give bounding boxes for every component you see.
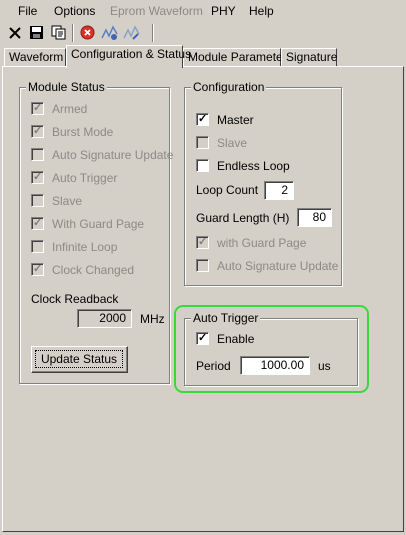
- toolbar-separator: [72, 24, 74, 42]
- module-status-title: Module Status: [26, 80, 107, 94]
- config-with-guard-page: ✓ with Guard Page: [196, 235, 306, 250]
- status-auto-signature-update: Auto Signature Update: [31, 147, 173, 162]
- status-clock-changed-checkbox: ✓: [31, 263, 44, 276]
- config-auto-signature-update: Auto Signature Update: [196, 258, 338, 273]
- status-infinite-loop: Infinite Loop: [31, 239, 117, 254]
- toolbar: [0, 22, 406, 44]
- tab-signature[interactable]: Signature: [281, 48, 337, 66]
- status-armed-checkbox: ✓: [31, 102, 44, 115]
- config-slave: Slave: [196, 135, 247, 150]
- config-endless-loop-checkbox[interactable]: [196, 159, 209, 172]
- menu-help[interactable]: Help: [249, 4, 274, 18]
- status-slave-checkbox: [31, 194, 44, 207]
- status-clock-changed: ✓ Clock Changed: [31, 262, 134, 277]
- tab-configuration-status[interactable]: Configuration & Status: [66, 45, 191, 68]
- status-clock-changed-label: Clock Changed: [52, 262, 135, 277]
- status-with-guard-page-checkbox: ✓: [31, 217, 44, 230]
- status-slave-label: Slave: [52, 193, 83, 208]
- update-status-button[interactable]: Update Status: [31, 346, 128, 373]
- config-with-guard-page-label: with Guard Page: [217, 235, 307, 250]
- status-auto-trigger-label: Auto Trigger: [52, 170, 118, 185]
- guard-length-label: Guard Length (H): [196, 211, 290, 225]
- status-auto-signature-update-checkbox: [31, 148, 44, 161]
- configuration-title: Configuration: [191, 80, 267, 94]
- status-auto-trigger-checkbox: ✓: [31, 171, 44, 184]
- guard-length-input[interactable]: 80: [297, 208, 332, 227]
- clock-readback-field: 2000: [77, 309, 132, 328]
- config-master[interactable]: ✓ Master: [196, 112, 254, 127]
- config-slave-checkbox: [196, 136, 209, 149]
- status-armed-label: Armed: [52, 101, 88, 116]
- loop-count-input[interactable]: 2: [264, 181, 294, 200]
- status-with-guard-page-label: With Guard Page: [52, 216, 145, 231]
- config-auto-signature-update-checkbox: [196, 259, 209, 272]
- status-slave: Slave: [31, 193, 82, 208]
- status-burst-mode-label: Burst Mode: [52, 124, 114, 139]
- toolbar-separator: [152, 24, 154, 42]
- stop-icon[interactable]: [79, 24, 96, 41]
- wave-add-icon[interactable]: [101, 24, 118, 41]
- menu-eprom-waveform[interactable]: Eprom Waveform: [110, 4, 203, 18]
- config-with-guard-page-checkbox: ✓: [196, 236, 209, 249]
- status-armed: ✓ Armed: [31, 101, 87, 116]
- config-master-label: Master: [217, 112, 254, 127]
- menu-file[interactable]: File: [18, 4, 37, 18]
- config-endless-loop[interactable]: Endless Loop: [196, 158, 290, 173]
- highlight-outline: [174, 305, 369, 393]
- status-burst-mode: ✓ Burst Mode: [31, 124, 113, 139]
- status-auto-trigger: ✓ Auto Trigger: [31, 170, 117, 185]
- tab-waveform[interactable]: Waveform: [4, 48, 66, 66]
- menu-options[interactable]: Options: [54, 4, 95, 18]
- loop-count-label: Loop Count: [196, 183, 259, 197]
- tab-module-parameter[interactable]: Module Parameter: [183, 48, 287, 66]
- update-status-button-label: Update Status: [35, 350, 123, 368]
- status-burst-mode-checkbox: ✓: [31, 125, 44, 138]
- close-icon[interactable]: [6, 24, 23, 41]
- config-slave-label: Slave: [217, 135, 248, 150]
- clock-unit-label: MHz: [140, 312, 165, 326]
- menu-bar: File Options Eprom Waveform PHY Help: [0, 0, 406, 22]
- wave-edit-icon[interactable]: [123, 24, 140, 41]
- config-endless-loop-label: Endless Loop: [217, 158, 290, 173]
- status-infinite-loop-label: Infinite Loop: [52, 239, 118, 254]
- config-auto-signature-update-label: Auto Signature Update: [217, 258, 339, 273]
- save-icon[interactable]: [28, 24, 45, 41]
- status-infinite-loop-checkbox: [31, 240, 44, 253]
- clock-readback-label: Clock Readback: [31, 292, 119, 306]
- status-auto-signature-update-label: Auto Signature Update: [52, 147, 174, 162]
- copy-icon[interactable]: [50, 24, 67, 41]
- menu-phy[interactable]: PHY: [211, 4, 236, 18]
- status-with-guard-page: ✓ With Guard Page: [31, 216, 144, 231]
- config-master-checkbox[interactable]: ✓: [196, 113, 209, 126]
